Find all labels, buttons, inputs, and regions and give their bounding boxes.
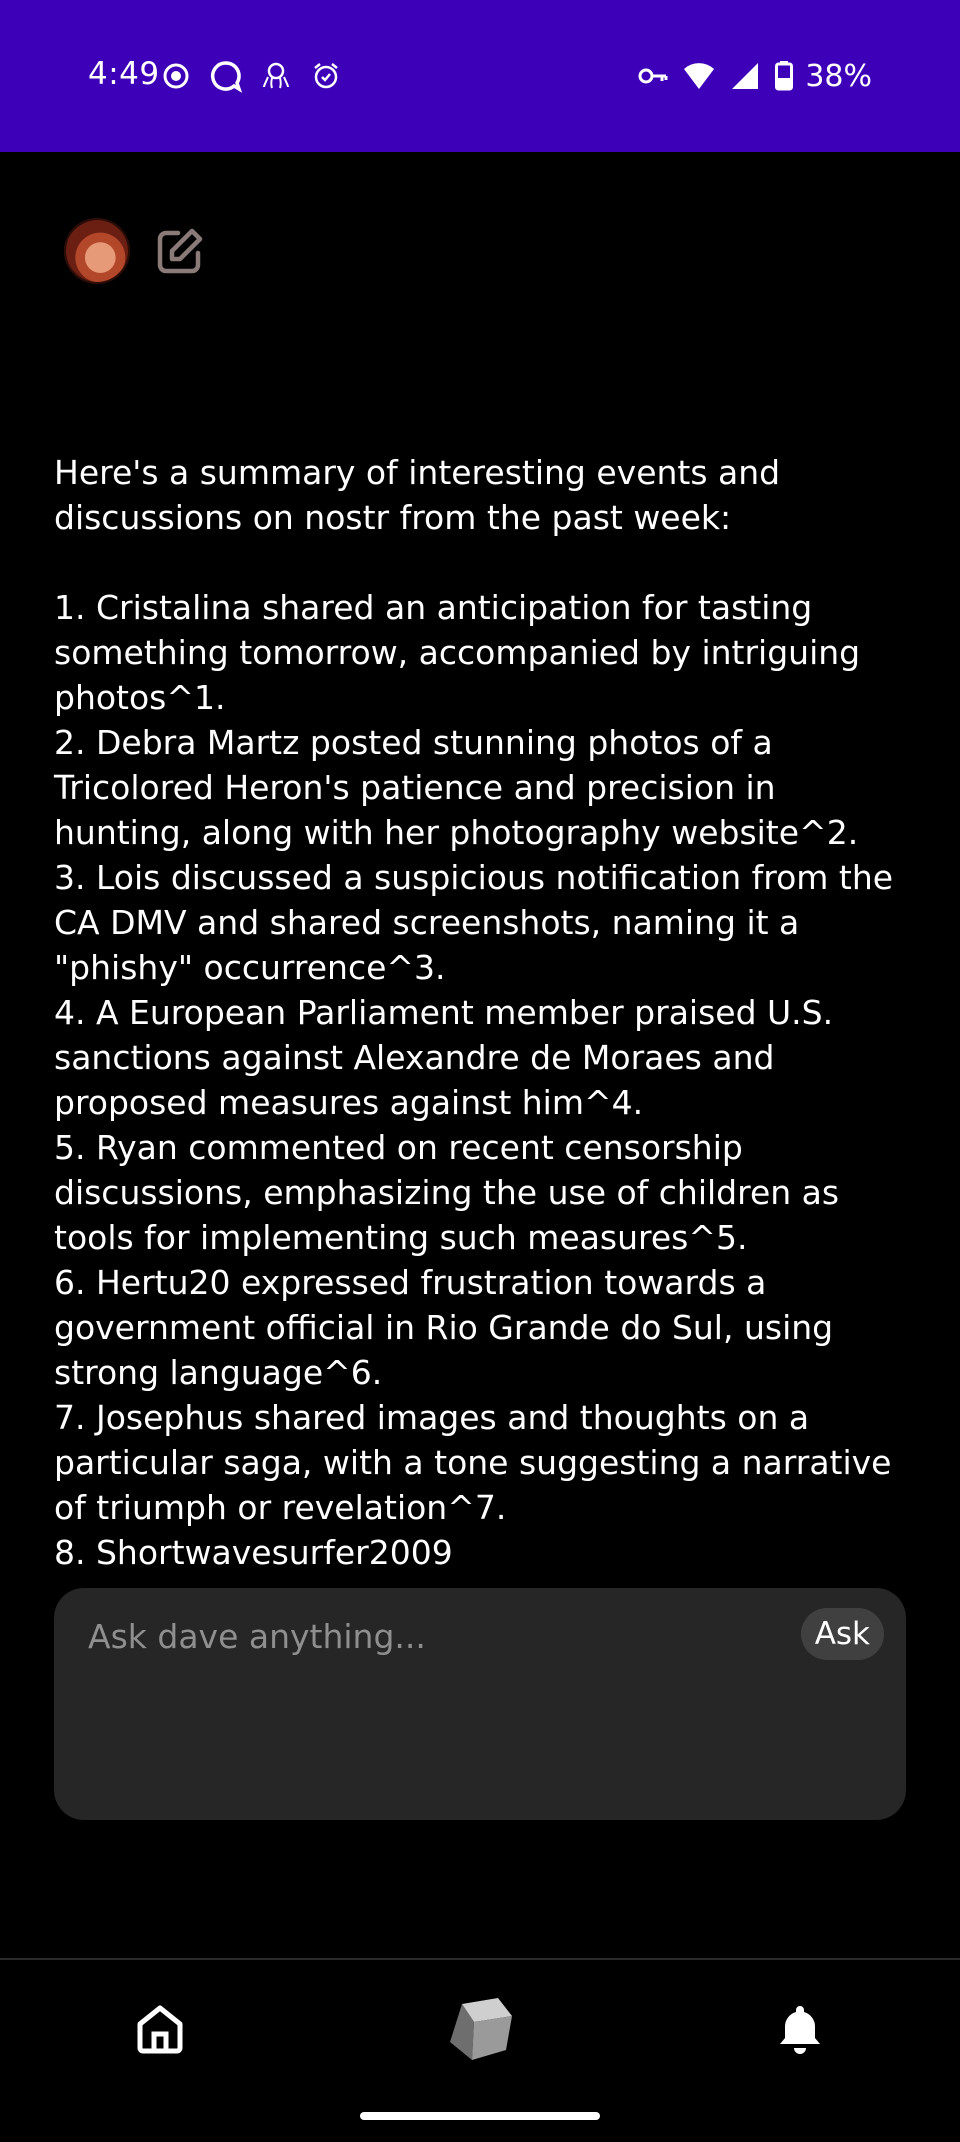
home-icon	[132, 2000, 188, 2060]
system-icons: 38%	[635, 56, 872, 96]
edit-icon[interactable]	[152, 223, 208, 279]
ask-box: Ask	[54, 1588, 906, 1820]
cube-icon	[442, 1990, 518, 2070]
nav-notifications[interactable]	[760, 1990, 840, 2070]
octopus-icon	[258, 58, 294, 94]
status-time: 4:49	[88, 56, 160, 92]
ask-button[interactable]: Ask	[800, 1608, 884, 1660]
bell-icon	[772, 2000, 828, 2060]
ai-response-text: Here's a summary of interesting events a…	[54, 453, 894, 1572]
nav-home[interactable]	[120, 1990, 200, 2070]
user-avatar[interactable]	[64, 218, 130, 284]
vpn-key-icon	[635, 58, 671, 94]
sync-icon	[158, 58, 194, 94]
status-bar: 4:49 38%	[0, 0, 960, 152]
chat-bubble-icon	[208, 58, 244, 94]
header	[64, 218, 208, 284]
battery-percentage: 38%	[805, 58, 872, 94]
home-indicator[interactable]	[360, 2112, 600, 2120]
cell-signal-icon	[727, 58, 763, 94]
alarm-icon	[308, 58, 344, 94]
notification-icons	[158, 56, 344, 96]
battery-icon	[773, 58, 795, 94]
ask-input[interactable]	[86, 1610, 770, 1662]
nav-cube[interactable]	[440, 1990, 520, 2070]
wifi-icon	[681, 58, 717, 94]
